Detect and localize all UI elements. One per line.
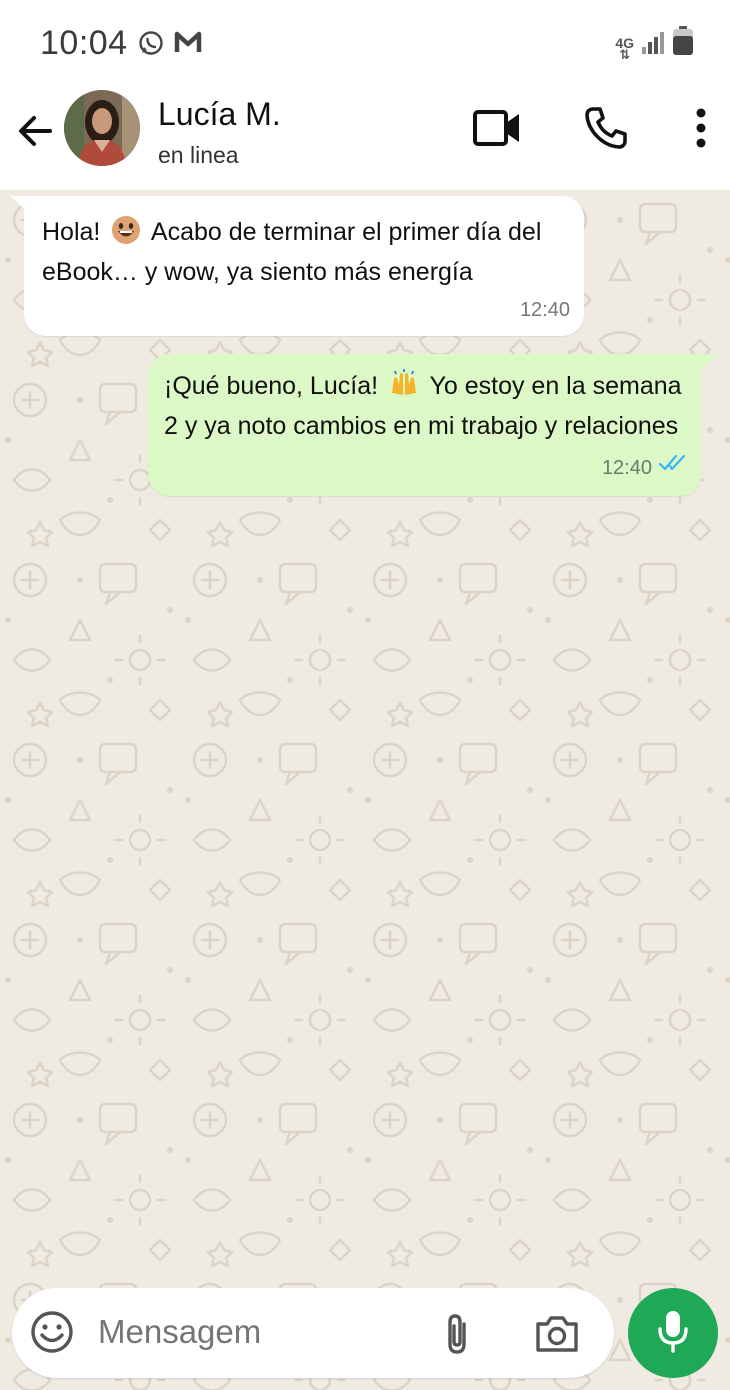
status-time: 10:04 <box>40 24 128 62</box>
gmail-icon <box>174 30 202 59</box>
attach-icon[interactable] <box>440 1312 474 1363</box>
message-composer <box>12 1288 614 1378</box>
chat-header: Lucía M. en linea <box>0 86 730 190</box>
microphone-icon <box>656 1309 690 1358</box>
battery-icon <box>672 26 694 61</box>
microphone-button[interactable] <box>628 1288 718 1378</box>
incoming-message[interactable]: Hola! Acabo de terminar el primer día de… <box>24 196 584 336</box>
avatar[interactable] <box>64 90 140 166</box>
contact-presence: en linea <box>158 142 239 168</box>
contact-name[interactable]: Lucía M. <box>158 96 281 133</box>
chat-area[interactable]: Hola! Acabo de terminar el primer día de… <box>0 190 730 1390</box>
raising-hands-icon <box>389 369 419 399</box>
emoji-icon[interactable] <box>30 1310 74 1359</box>
outgoing-bubble-tail <box>701 354 719 370</box>
message-time: 12:40 <box>519 299 570 321</box>
grinning-face-icon <box>111 215 141 245</box>
whatsapp-icon <box>138 30 164 61</box>
more-options-icon[interactable] <box>686 104 716 152</box>
message-text: Hola! <box>42 218 101 246</box>
phone-icon[interactable] <box>580 104 632 152</box>
signal-icon <box>640 30 666 61</box>
network-indicator: 4G ⇅ <box>615 35 634 62</box>
status-bar: 10:04 4G ⇅ <box>0 0 730 86</box>
video-call-icon[interactable] <box>470 104 524 152</box>
camera-icon[interactable] <box>534 1314 580 1359</box>
read-receipt-icon <box>658 444 688 484</box>
message-input[interactable] <box>96 1312 420 1352</box>
back-arrow-icon[interactable] <box>14 110 56 152</box>
message-text: ¡Qué bueno, Lucía! <box>164 372 379 400</box>
outgoing-message[interactable]: ¡Qué bueno, Lucía! Yo estoy en la semana… <box>148 354 702 496</box>
message-time: 12:40 <box>601 457 652 479</box>
